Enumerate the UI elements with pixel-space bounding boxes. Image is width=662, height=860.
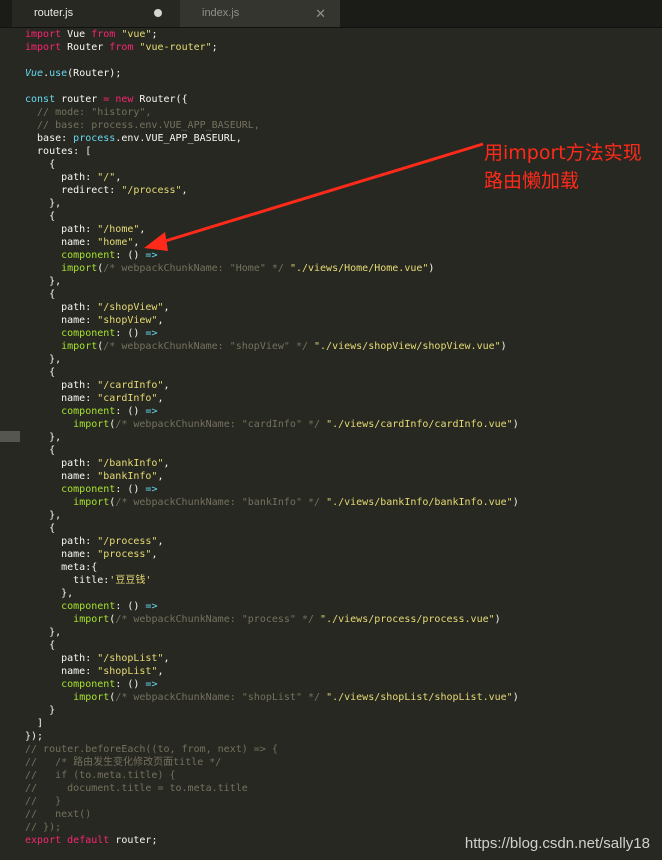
annotation-line-2: 路由懒加载 <box>484 170 580 192</box>
arrow-line <box>161 142 484 244</box>
annotation-arrow <box>144 142 484 251</box>
annotation-text: 用import方法实现 路由懒加载 <box>484 139 662 195</box>
annotation-line-1: 用import方法实现 <box>484 142 642 164</box>
watermark: https://blog.csdn.net/sally18 <box>464 835 650 852</box>
arrow-head <box>144 232 168 251</box>
